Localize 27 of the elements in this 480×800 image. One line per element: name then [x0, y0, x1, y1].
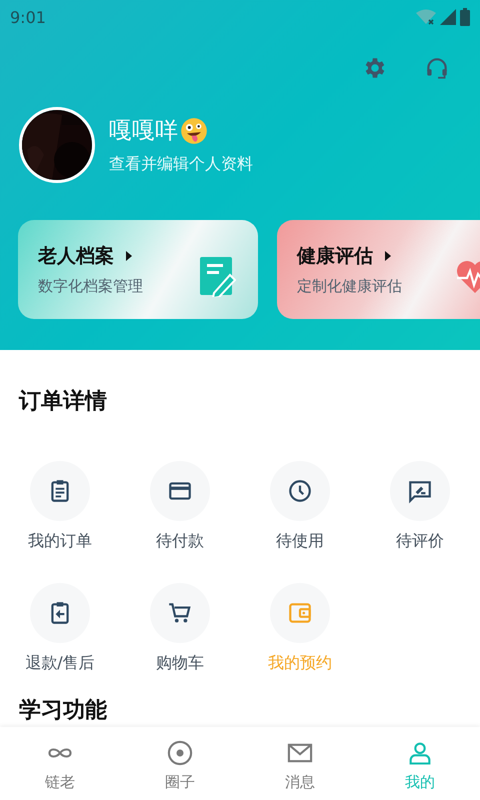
battery-icon [460, 8, 470, 26]
triangle-icon [385, 251, 391, 261]
tab-item[interactable]: 消息 [240, 727, 360, 800]
notepad-icon [200, 256, 236, 296]
card-subtitle: 定制化健康评估 [297, 277, 402, 296]
order-item-label[interactable]: 待评价 [396, 531, 444, 552]
order-item-label[interactable]: 待使用 [276, 531, 324, 552]
card-title: 老人档案 [38, 244, 114, 269]
tab-item[interactable]: 圈子 [120, 727, 240, 800]
order-item-label[interactable]: 待付款 [156, 531, 204, 552]
card-title: 健康评估 [297, 244, 373, 269]
signal-icon [440, 9, 456, 25]
feature-card[interactable]: 老人档案 数字化档案管理 [18, 220, 258, 319]
order-item-label[interactable]: 我的订单 [28, 531, 92, 552]
feature-card[interactable]: 健康评估 定制化健康评估 [277, 220, 480, 319]
face-icon [180, 116, 208, 144]
wifi-icon [416, 9, 436, 25]
order-item-label[interactable]: 退款/售后 [25, 653, 95, 674]
section-title: 学习功能 [19, 698, 107, 723]
order-item-label[interactable]: 购物车 [156, 653, 204, 674]
status-time: 9:01 [10, 8, 46, 26]
target-icon [166, 739, 194, 767]
card-subtitle: 数字化档案管理 [38, 277, 143, 296]
triangle-icon [126, 251, 132, 261]
section-title: 订单详情 [19, 389, 107, 414]
clock-icon[interactable] [287, 478, 313, 504]
tab-item[interactable]: 链老 [0, 727, 120, 800]
